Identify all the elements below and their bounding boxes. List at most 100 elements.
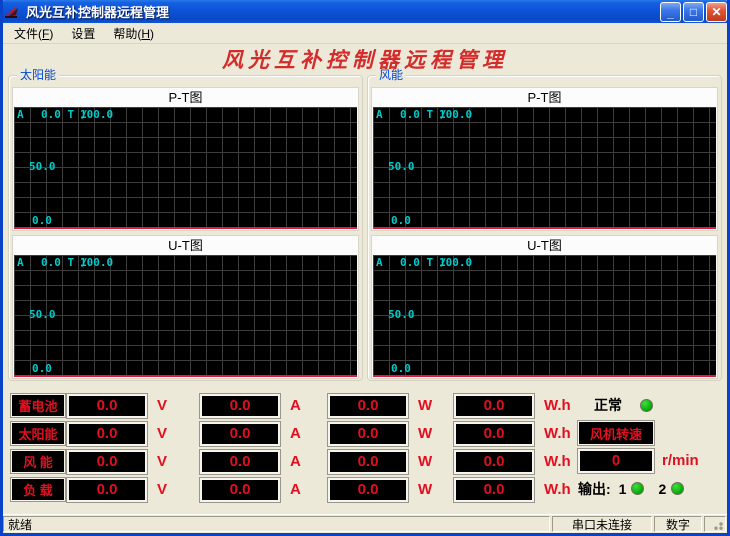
- y-axis-unit: A: [376, 108, 383, 121]
- battery-current-display: 0.0: [200, 394, 280, 418]
- chart-title: U-T图: [13, 236, 358, 255]
- titlebar[interactable]: 风光互补控制器远程管理 _ □ ✕: [0, 0, 730, 23]
- groupbox-wind-label: 风能: [376, 69, 406, 82]
- solar-pt-plot: A 0.0 T / 100.0 50.0 0.0: [14, 107, 357, 229]
- battery-energy-display: 0.0: [454, 394, 534, 418]
- wind-pt-chart: P-T图 A 0.0 T / 100.0 50.0 0.0: [371, 87, 718, 231]
- unit-watt: W: [408, 397, 454, 414]
- menu-file[interactable]: 文件(F): [5, 23, 62, 44]
- load-current-display: 0.0: [200, 478, 280, 502]
- output2-number: 2: [658, 481, 666, 497]
- unit-watt: W: [408, 425, 454, 442]
- groupbox-wind: 风能 P-T图 A 0.0 T / 100.0 50.0 0.0 U-T图 A: [367, 75, 722, 381]
- wind-ut-chart: U-T图 A 0.0 T / 100.0 50.0 0.0: [371, 235, 718, 379]
- unit-amp: A: [280, 453, 328, 470]
- unit-watt: W: [408, 453, 454, 470]
- readings-panel: 蓄电池 0.0 V 0.0 A 0.0 W 0.0 W.h 正常 风机转速 0 …: [3, 392, 727, 503]
- y-max-tick: 100.0: [80, 256, 113, 269]
- unit-volt: V: [147, 397, 200, 414]
- fan-speed-value-row: 0 r/min: [578, 448, 721, 475]
- output2-led: [671, 482, 684, 495]
- unit-watthour: W.h: [534, 425, 578, 442]
- status-serial: 串口未连接: [552, 516, 652, 532]
- load-energy-display: 0.0: [454, 478, 534, 502]
- outputs-row: 输出: 1 2: [578, 475, 721, 502]
- app-icon: [4, 4, 22, 19]
- solar-power-display: 0.0: [328, 422, 408, 446]
- fan-speed-label: 风机转速: [578, 421, 654, 445]
- window-title: 风光互补控制器远程管理: [26, 2, 660, 21]
- row-label-battery: 蓄电池: [11, 394, 65, 417]
- solar-ut-plot: A 0.0 T / 100.0 50.0 0.0: [14, 255, 357, 377]
- unit-watthour: W.h: [534, 453, 578, 470]
- output1-number: 1: [619, 481, 627, 497]
- window-controls: _ □ ✕: [660, 2, 727, 22]
- y-max-tick: 100.0: [439, 108, 472, 121]
- status-ready: 就绪: [3, 516, 550, 532]
- y-min-tick: 0.0: [32, 362, 52, 375]
- y-axis-unit: A: [376, 256, 383, 269]
- normal-status-label: 正常: [594, 395, 622, 415]
- page-title: 风光互补控制器远程管理: [3, 48, 727, 72]
- y-min-tick: 0.0: [32, 214, 52, 227]
- row-label-load: 负 载: [11, 478, 65, 501]
- unit-volt: V: [147, 425, 200, 442]
- chart-groups: 太阳能 P-T图 A 0.0 T / 100.0 50.0 0.0 U-T图 A: [3, 75, 727, 381]
- wind-power-display: 0.0: [328, 450, 408, 474]
- wind-pt-plot: A 0.0 T / 100.0 50.0 0.0: [373, 107, 716, 229]
- row-label-solar: 太阳能: [11, 422, 65, 445]
- output-label: 输出:: [578, 479, 611, 499]
- y-axis-unit: A: [17, 256, 24, 269]
- solar-energy-display: 0.0: [454, 422, 534, 446]
- side-status-column: 正常 风机转速 0 r/min 输出: 1 2: [578, 392, 721, 503]
- load-voltage-display: 0.0: [67, 478, 147, 502]
- y-mid-tick: 50.0: [388, 160, 415, 173]
- fan-speed-display: 0: [578, 449, 654, 473]
- maximize-button[interactable]: □: [683, 2, 704, 22]
- close-button[interactable]: ✕: [706, 2, 727, 22]
- solar-voltage-display: 0.0: [67, 422, 147, 446]
- chart-title: P-T图: [372, 88, 717, 107]
- client-area: 风光互补控制器远程管理 太阳能 P-T图 A 0.0 T / 100.0 50.…: [3, 44, 727, 514]
- solar-current-display: 0.0: [200, 422, 280, 446]
- unit-watthour: W.h: [534, 481, 578, 498]
- unit-amp: A: [280, 481, 328, 498]
- chart-title: P-T图: [13, 88, 358, 107]
- unit-amp: A: [280, 397, 328, 414]
- y-max-tick: 100.0: [439, 256, 472, 269]
- chart-title: U-T图: [372, 236, 717, 255]
- y-mid-tick: 50.0: [388, 308, 415, 321]
- solar-pt-chart: P-T图 A 0.0 T / 100.0 50.0 0.0: [12, 87, 359, 231]
- battery-voltage-display: 0.0: [67, 394, 147, 418]
- normal-status-led: [640, 399, 653, 412]
- resize-grip[interactable]: [704, 516, 726, 532]
- unit-volt: V: [147, 481, 200, 498]
- solar-ut-chart: U-T图 A 0.0 T / 100.0 50.0 0.0: [12, 235, 359, 379]
- y-mid-tick: 50.0: [29, 160, 56, 173]
- y-min-tick: 0.0: [391, 362, 411, 375]
- wind-current-display: 0.0: [200, 450, 280, 474]
- unit-watthour: W.h: [534, 397, 578, 414]
- load-power-display: 0.0: [328, 478, 408, 502]
- groupbox-solar-label: 太阳能: [17, 69, 59, 82]
- system-status-row: 正常: [578, 392, 721, 419]
- fan-speed-unit: r/min: [662, 452, 699, 469]
- wind-voltage-display: 0.0: [67, 450, 147, 474]
- status-mode: 数字: [654, 516, 702, 532]
- menu-help[interactable]: 帮助(H): [104, 23, 163, 44]
- menu-bar: 文件(F) 设置 帮助(H): [3, 23, 727, 44]
- y-mid-tick: 50.0: [29, 308, 56, 321]
- groupbox-solar: 太阳能 P-T图 A 0.0 T / 100.0 50.0 0.0 U-T图 A: [8, 75, 363, 381]
- unit-watt: W: [408, 481, 454, 498]
- output1-led: [631, 482, 644, 495]
- row-label-wind: 风 能: [11, 450, 65, 473]
- fan-speed-label-row: 风机转速: [578, 420, 721, 447]
- battery-power-display: 0.0: [328, 394, 408, 418]
- menu-settings[interactable]: 设置: [62, 23, 104, 44]
- unit-amp: A: [280, 425, 328, 442]
- unit-volt: V: [147, 453, 200, 470]
- minimize-button[interactable]: _: [660, 2, 681, 22]
- y-min-tick: 0.0: [391, 214, 411, 227]
- status-bar: 就绪 串口未连接 数字: [3, 514, 727, 533]
- y-axis-unit: A: [17, 108, 24, 121]
